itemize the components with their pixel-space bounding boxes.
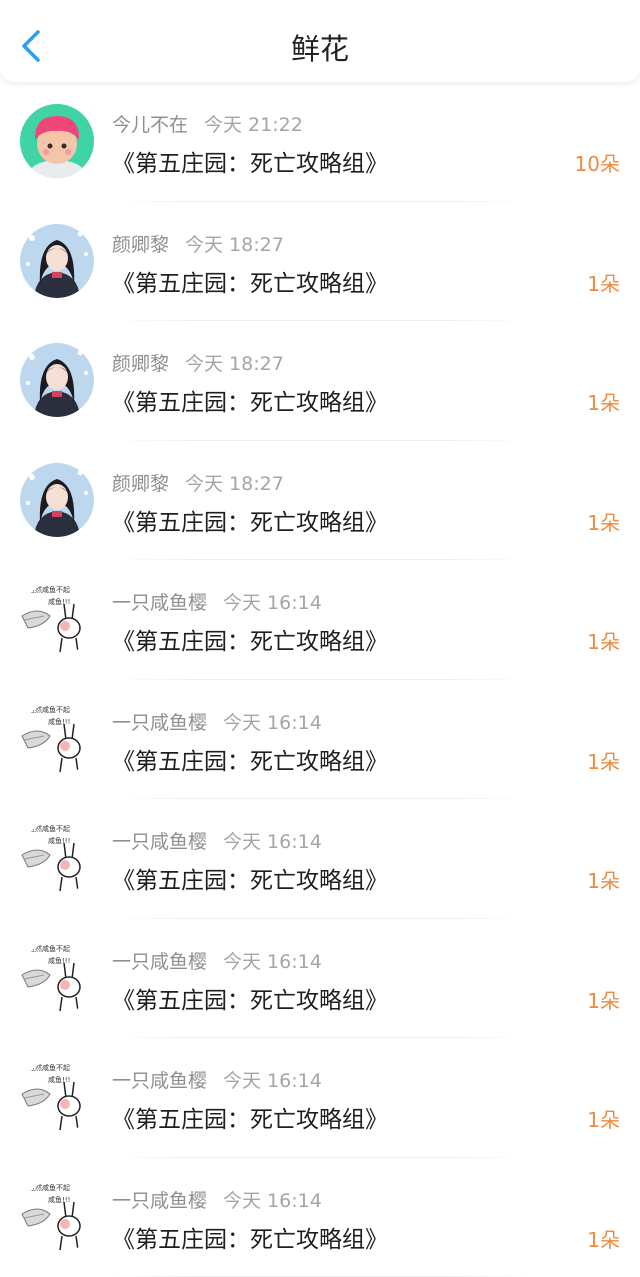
item-meta: 一只咸鱼樱今天 16:14 [112,947,322,974]
user-name[interactable]: 一只咸鱼樱 [112,1190,207,1212]
user-name[interactable]: 一只咸鱼樱 [112,831,207,853]
list-item[interactable]: 颜卿黎今天 18:27 《第五庄园：死亡攻略组》 1朵 [0,441,640,561]
work-title[interactable]: 《第五庄园：死亡攻略组》 [112,622,388,656]
item-meta: 一只咸鱼樱今天 16:14 [112,708,322,735]
item-meta: 一只咸鱼樱今天 16:14 [112,588,322,615]
list-item[interactable]: 颜卿黎今天 18:27 《第五庄园：死亡攻略组》 1朵 [0,202,640,322]
item-time: 今天 21:22 [204,114,303,136]
item-time: 今天 18:27 [185,353,284,375]
top-bar: 鲜花 [0,0,640,82]
item-meta: 颜卿黎今天 18:27 [112,349,284,376]
work-title[interactable]: 《第五庄园：死亡攻略组》 [112,861,388,895]
work-title[interactable]: 《第五庄园：死亡攻略组》 [112,264,388,298]
flower-count: 10朵 [575,148,620,177]
page-title: 鲜花 [0,26,640,68]
flower-count: 1朵 [587,746,620,775]
flower-count: 1朵 [587,865,620,894]
user-avatar[interactable] [20,463,94,537]
item-time: 今天 16:14 [223,1190,322,1212]
work-title[interactable]: 《第五庄园：死亡攻略组》 [112,742,388,776]
svg-text:虽然咸鱼不起: 虽然咸鱼不起 [28,585,70,594]
user-avatar[interactable]: 虽然咸鱼不起咸鱼!!! [20,821,94,895]
svg-text:虽然咸鱼不起: 虽然咸鱼不起 [28,944,70,953]
user-avatar[interactable] [20,104,94,178]
user-avatar[interactable]: 虽然咸鱼不起咸鱼!!! [20,582,94,656]
user-name[interactable]: 今儿不在 [112,114,188,136]
flower-count: 1朵 [587,1104,620,1133]
user-name[interactable]: 一只咸鱼樱 [112,592,207,614]
item-time: 今天 16:14 [223,951,322,973]
item-time: 今天 16:14 [223,712,322,734]
item-meta: 今儿不在今天 21:22 [112,110,303,137]
item-time: 今天 18:27 [185,473,284,495]
flower-count: 1朵 [587,1224,620,1253]
item-meta: 颜卿黎今天 18:27 [112,469,284,496]
list-item[interactable]: 今儿不在今天 21:22 《第五庄园：死亡攻略组》 10朵 [0,82,640,202]
user-avatar[interactable] [20,224,94,298]
svg-text:虽然咸鱼不起: 虽然咸鱼不起 [28,705,70,714]
work-title[interactable]: 《第五庄园：死亡攻略组》 [112,383,388,417]
svg-text:咸鱼!!!: 咸鱼!!! [48,717,70,726]
work-title[interactable]: 《第五庄园：死亡攻略组》 [112,1100,388,1134]
svg-text:咸鱼!!!: 咸鱼!!! [48,597,70,606]
item-time: 今天 16:14 [223,1070,322,1092]
user-name[interactable]: 颜卿黎 [112,234,169,256]
svg-text:咸鱼!!!: 咸鱼!!! [48,956,70,965]
list-item[interactable]: 虽然咸鱼不起咸鱼!!! 一只咸鱼樱今天 16:14 《第五庄园：死亡攻略组》 1… [0,680,640,800]
item-time: 今天 16:14 [223,592,322,614]
list-item[interactable]: 虽然咸鱼不起咸鱼!!! 一只咸鱼樱今天 16:14 《第五庄园：死亡攻略组》 1… [0,799,640,919]
svg-text:虽然咸鱼不起: 虽然咸鱼不起 [28,1063,70,1072]
item-meta: 一只咸鱼樱今天 16:14 [112,827,322,854]
user-avatar[interactable]: 虽然咸鱼不起咸鱼!!! [20,702,94,776]
list-item[interactable]: 虽然咸鱼不起咸鱼!!! 一只咸鱼樱今天 16:14 《第五庄园：死亡攻略组》 1… [0,1038,640,1158]
svg-text:咸鱼!!!: 咸鱼!!! [48,836,70,845]
list-item[interactable]: 虽然咸鱼不起咸鱼!!! 一只咸鱼樱今天 16:14 《第五庄园：死亡攻略组》 1… [0,560,640,680]
flower-list: 今儿不在今天 21:22 《第五庄园：死亡攻略组》 10朵 颜卿黎今天 18:2… [0,82,640,1277]
user-name[interactable]: 一只咸鱼樱 [112,712,207,734]
item-time: 今天 18:27 [185,234,284,256]
user-name[interactable]: 颜卿黎 [112,353,169,375]
item-meta: 一只咸鱼樱今天 16:14 [112,1186,322,1213]
svg-text:咸鱼!!!: 咸鱼!!! [48,1075,70,1084]
user-name[interactable]: 颜卿黎 [112,473,169,495]
user-avatar[interactable]: 虽然咸鱼不起咸鱼!!! [20,941,94,1015]
flower-count: 1朵 [587,507,620,536]
work-title[interactable]: 《第五庄园：死亡攻略组》 [112,144,388,178]
svg-text:咸鱼!!!: 咸鱼!!! [48,1195,70,1204]
item-meta: 一只咸鱼樱今天 16:14 [112,1066,322,1093]
item-meta: 颜卿黎今天 18:27 [112,230,284,257]
list-item[interactable]: 虽然咸鱼不起咸鱼!!! 一只咸鱼樱今天 16:14 《第五庄园：死亡攻略组》 1… [0,919,640,1039]
user-avatar[interactable] [20,343,94,417]
flower-count: 1朵 [587,268,620,297]
flower-count: 1朵 [587,985,620,1014]
work-title[interactable]: 《第五庄园：死亡攻略组》 [112,503,388,537]
flower-count: 1朵 [587,387,620,416]
item-time: 今天 16:14 [223,831,322,853]
user-name[interactable]: 一只咸鱼樱 [112,951,207,973]
svg-text:虽然咸鱼不起: 虽然咸鱼不起 [28,824,70,833]
user-avatar[interactable]: 虽然咸鱼不起咸鱼!!! [20,1180,94,1254]
svg-text:虽然咸鱼不起: 虽然咸鱼不起 [28,1183,70,1192]
list-item[interactable]: 颜卿黎今天 18:27 《第五庄园：死亡攻略组》 1朵 [0,321,640,441]
list-item[interactable]: 虽然咸鱼不起咸鱼!!! 一只咸鱼樱今天 16:14 《第五庄园：死亡攻略组》 1… [0,1158,640,1277]
user-name[interactable]: 一只咸鱼樱 [112,1070,207,1092]
work-title[interactable]: 《第五庄园：死亡攻略组》 [112,981,388,1015]
work-title[interactable]: 《第五庄园：死亡攻略组》 [112,1220,388,1254]
user-avatar[interactable]: 虽然咸鱼不起咸鱼!!! [20,1060,94,1134]
flower-count: 1朵 [587,626,620,655]
